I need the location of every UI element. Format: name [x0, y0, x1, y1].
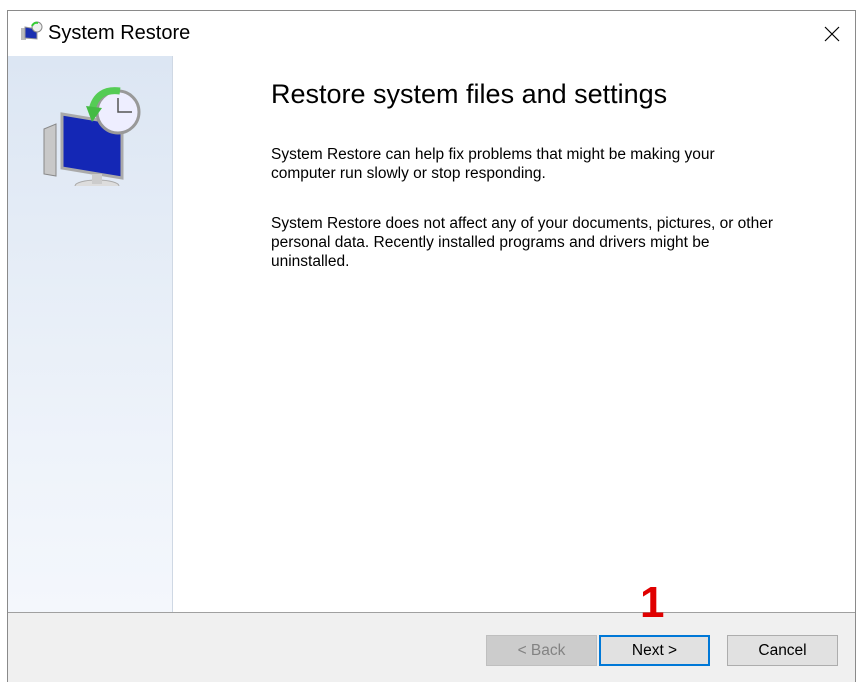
text-line: personal data. Recently installed progra… — [271, 234, 710, 251]
text-line: System Restore can help fix problems tha… — [271, 146, 715, 163]
page-heading: Restore system files and settings — [271, 79, 668, 109]
text-line: computer run slowly or stop responding. — [271, 165, 546, 182]
description-paragraph-2: System Restore does not affect any of yo… — [271, 214, 811, 271]
system-restore-graphic-icon — [43, 87, 141, 186]
description-paragraph-1: System Restore can help fix problems tha… — [271, 145, 811, 183]
cancel-button[interactable]: Cancel — [727, 635, 838, 666]
back-button[interactable]: < Back — [486, 635, 597, 666]
next-button[interactable]: Next > — [599, 635, 710, 666]
window-title: System Restore — [48, 22, 191, 44]
sidebar-banner — [8, 56, 173, 612]
text-line: System Restore does not affect any of yo… — [271, 215, 773, 232]
button-bar: < Back Next > Cancel — [8, 612, 855, 682]
system-restore-icon — [21, 21, 43, 40]
step-annotation: 1 — [640, 578, 665, 627]
system-restore-window: System Restore Restore system files and … — [7, 10, 856, 682]
close-button[interactable] — [809, 11, 855, 56]
title-bar: System Restore — [8, 11, 855, 56]
text-line: uninstalled. — [271, 253, 350, 270]
close-icon — [824, 26, 840, 41]
